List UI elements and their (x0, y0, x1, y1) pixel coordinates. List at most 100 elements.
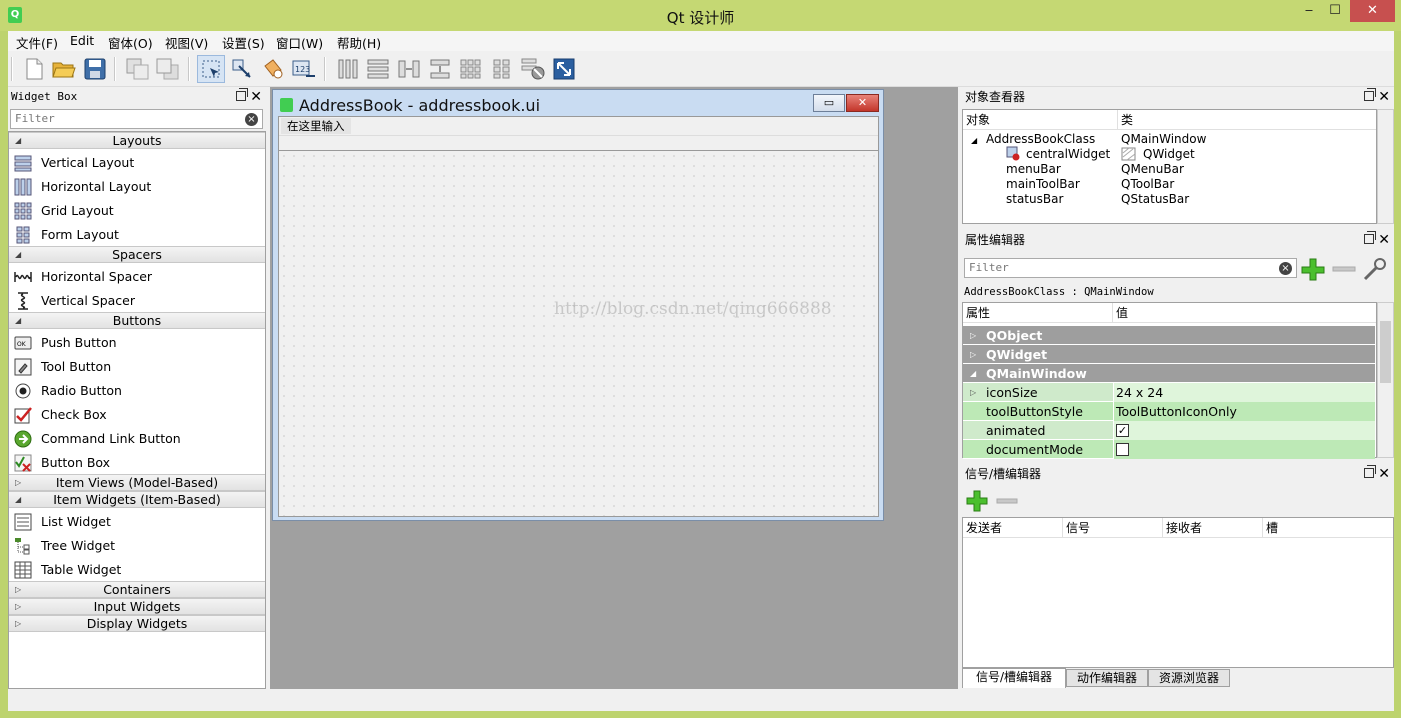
maximize-button[interactable]: ☐ (1322, 0, 1348, 22)
property-row-iconsize[interactable]: ▷ iconSize 24 x 24 (963, 383, 1375, 402)
tree-item-name[interactable]: centralWidget (1026, 147, 1110, 162)
object-inspector-scrollbar[interactable] (1377, 109, 1394, 224)
break-layout-icon[interactable] (519, 55, 547, 83)
bring-to-front-icon[interactable] (154, 55, 182, 83)
send-to-back-icon[interactable] (124, 55, 152, 83)
menu-form[interactable]: 窗体(O) (108, 33, 153, 52)
form-menu-type-here[interactable]: 在这里输入 (281, 118, 351, 134)
close-dock-icon[interactable]: ✕ (1378, 231, 1390, 249)
category-buttons[interactable]: ◢ Buttons (9, 312, 265, 329)
edit-buddies-icon[interactable] (259, 55, 287, 83)
open-folder-icon[interactable] (50, 55, 78, 83)
edit-tab-order-icon[interactable]: 123 (290, 55, 318, 83)
edit-widgets-icon[interactable] (197, 55, 225, 83)
layout-vertical-splitter-icon[interactable] (426, 55, 454, 83)
float-dock-icon[interactable] (1364, 465, 1376, 478)
property-value[interactable]: ToolButtonIconOnly (1116, 402, 1237, 421)
widget-list-widget[interactable]: List Widget (9, 510, 265, 534)
clear-filter-icon[interactable]: × (245, 113, 258, 126)
scrollbar-thumb[interactable] (1380, 321, 1391, 383)
new-file-icon[interactable] (20, 55, 48, 83)
layout-form-icon[interactable] (488, 55, 516, 83)
property-filter-input[interactable]: Filter × (964, 258, 1297, 278)
col-header-signal[interactable]: 信号 (1063, 518, 1163, 538)
tree-item-name[interactable]: mainToolBar (1006, 177, 1080, 192)
widget-push-button[interactable]: OK Push Button (9, 331, 265, 355)
widget-tool-button[interactable]: Tool Button (9, 355, 265, 379)
close-dock-icon[interactable]: ✕ (1378, 465, 1390, 483)
adjust-size-icon[interactable] (550, 55, 578, 83)
col-header-class[interactable]: 类 (1118, 110, 1376, 130)
widget-horizontal-layout[interactable]: Horizontal Layout (9, 175, 265, 199)
document-mode-checkbox[interactable] (1116, 443, 1129, 456)
widget-button-box[interactable]: Button Box (9, 451, 265, 475)
edit-signals-slots-icon[interactable] (228, 55, 256, 83)
widget-vertical-spacer[interactable]: Vertical Spacer (9, 289, 265, 313)
col-header-sender[interactable]: 发送者 (963, 518, 1063, 538)
widget-vertical-layout[interactable]: Vertical Layout (9, 151, 265, 175)
add-connection-plus-icon[interactable] (966, 490, 990, 512)
property-group-qmainwindow[interactable]: ◢ QMainWindow (963, 364, 1375, 383)
col-header-object[interactable]: 对象 (963, 110, 1118, 130)
close-button[interactable]: ✕ (1350, 0, 1395, 22)
category-item-views[interactable]: ▷ Item Views (Model-Based) (9, 474, 265, 491)
property-table-scrollbar[interactable] (1377, 302, 1394, 458)
clear-filter-icon[interactable]: × (1279, 262, 1292, 275)
float-dock-icon[interactable] (1364, 88, 1376, 101)
form-design-grid[interactable] (279, 150, 878, 516)
widget-grid-layout[interactable]: Grid Layout (9, 199, 265, 223)
widget-horizontal-spacer[interactable]: Horizontal Spacer (9, 265, 265, 289)
category-layouts[interactable]: ◢ Layouts (9, 132, 265, 149)
layout-grid-icon[interactable] (457, 55, 485, 83)
close-dock-icon[interactable]: ✕ (250, 88, 262, 106)
tab-resource-browser[interactable]: 资源浏览器 (1148, 669, 1230, 687)
category-spacers[interactable]: ◢ Spacers (9, 246, 265, 263)
configure-wrench-icon[interactable] (1362, 256, 1388, 282)
widget-radio-button[interactable]: Radio Button (9, 379, 265, 403)
widget-tree-widget[interactable]: Tree Widget (9, 534, 265, 558)
menu-settings[interactable]: 设置(S) (222, 33, 265, 52)
save-icon[interactable] (81, 55, 109, 83)
menu-file[interactable]: 文件(F) (16, 33, 58, 52)
property-row-animated[interactable]: animated ✓ (963, 421, 1375, 440)
close-dock-icon[interactable]: ✕ (1378, 88, 1390, 106)
category-containers[interactable]: ▷ Containers (9, 581, 265, 598)
widget-form-layout[interactable]: Form Layout (9, 223, 265, 247)
form-minimize-button[interactable]: ▭ (813, 94, 845, 112)
menu-help[interactable]: 帮助(H) (337, 33, 381, 52)
tree-item-name[interactable]: statusBar (1006, 192, 1063, 207)
layout-vertically-icon[interactable] (364, 55, 392, 83)
menu-edit[interactable]: Edit (70, 33, 94, 48)
category-display-widgets[interactable]: ▷ Display Widgets (9, 615, 265, 632)
tab-action-editor[interactable]: 动作编辑器 (1066, 669, 1148, 687)
property-group-qobject[interactable]: ▷ QObject (963, 326, 1375, 345)
col-header-property[interactable]: 属性 (963, 303, 1113, 323)
widget-command-link-button[interactable]: Command Link Button (9, 427, 265, 451)
float-dock-icon[interactable] (236, 88, 248, 101)
col-header-value[interactable]: 值 (1113, 303, 1376, 323)
layout-horizontal-splitter-icon[interactable] (395, 55, 423, 83)
add-property-plus-icon[interactable] (1301, 257, 1327, 281)
property-group-qwidget[interactable]: ▷ QWidget (963, 345, 1375, 364)
menu-view[interactable]: 视图(V) (165, 33, 208, 52)
widget-check-box[interactable]: Check Box (9, 403, 265, 427)
tree-item-name[interactable]: AddressBookClass (986, 132, 1095, 147)
float-dock-icon[interactable] (1364, 231, 1376, 244)
remove-property-minus-icon[interactable] (1332, 261, 1356, 277)
widget-table-widget[interactable]: Table Widget (9, 558, 265, 582)
col-header-receiver[interactable]: 接收者 (1163, 518, 1263, 538)
widget-box-filter-input[interactable]: Filter × (10, 109, 263, 129)
category-item-widgets[interactable]: ◢ Item Widgets (Item-Based) (9, 491, 265, 508)
minimize-button[interactable]: ‒ (1296, 0, 1322, 22)
tree-item-name[interactable]: menuBar (1006, 162, 1061, 177)
tree-collapse-arrow-icon[interactable]: ◢ (971, 133, 977, 148)
property-row-documentmode[interactable]: documentMode (963, 440, 1375, 459)
form-close-button[interactable]: ✕ (846, 94, 879, 112)
property-value[interactable]: 24 x 24 (1116, 383, 1163, 402)
animated-checkbox[interactable]: ✓ (1116, 424, 1129, 437)
tab-signal-slot-editor[interactable]: 信号/槽编辑器 (962, 668, 1066, 688)
property-row-toolbuttonstyle[interactable]: toolButtonStyle ToolButtonIconOnly (963, 402, 1375, 421)
remove-connection-minus-icon[interactable] (996, 494, 1020, 508)
category-input-widgets[interactable]: ▷ Input Widgets (9, 598, 265, 615)
menu-window[interactable]: 窗口(W) (276, 33, 323, 52)
